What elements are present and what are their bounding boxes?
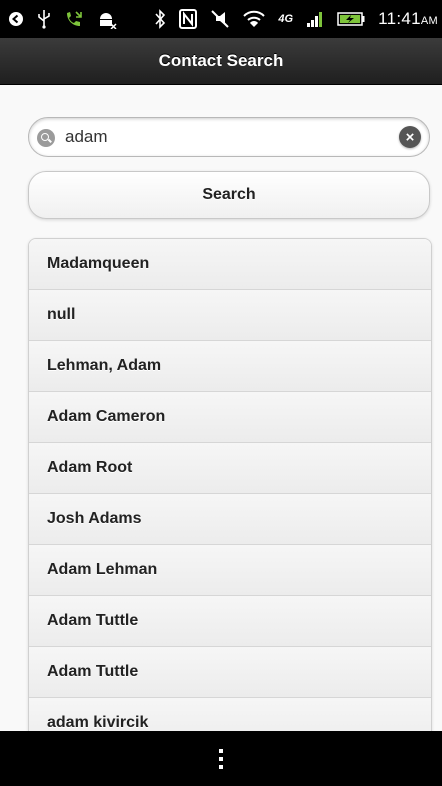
navigation-bar xyxy=(0,731,442,786)
search-field[interactable]: × xyxy=(28,117,430,157)
list-item[interactable]: Madamqueen xyxy=(29,239,431,290)
no-sound-icon xyxy=(210,9,230,29)
list-item[interactable]: null xyxy=(29,290,431,341)
list-item[interactable]: Adam Tuttle xyxy=(29,596,431,647)
clock-ampm: AM xyxy=(420,15,438,27)
bluetooth-icon xyxy=(154,9,166,29)
system-icons: 4G 11:41AM xyxy=(154,9,438,29)
search-icon xyxy=(37,129,55,147)
page-title: Contact Search xyxy=(158,51,284,70)
list-item[interactable]: Josh Adams xyxy=(29,494,431,545)
list-item[interactable]: Adam Root xyxy=(29,443,431,494)
nfc-icon xyxy=(179,9,198,29)
wifi-icon xyxy=(243,10,266,28)
battery-icon xyxy=(337,11,365,27)
4g-icon: 4G xyxy=(278,12,294,25)
search-button[interactable]: Search xyxy=(28,171,430,219)
list-item[interactable]: Adam Lehman xyxy=(29,545,431,596)
header-bar: Contact Search xyxy=(0,38,442,85)
clear-icon[interactable]: × xyxy=(399,126,421,148)
signal-icon xyxy=(306,10,324,28)
back-icon xyxy=(8,11,24,27)
usb-icon xyxy=(37,9,51,29)
list-item[interactable]: Lehman, Adam xyxy=(29,341,431,392)
missed-call-icon xyxy=(64,10,84,28)
clock-time: 11:41 xyxy=(378,9,421,28)
list-item[interactable]: Adam Cameron xyxy=(29,392,431,443)
list-item[interactable]: Adam Tuttle xyxy=(29,647,431,698)
menu-icon[interactable] xyxy=(219,748,223,769)
status-bar: 4G 11:41AM xyxy=(0,0,442,38)
android-debug-icon xyxy=(97,9,117,29)
results-list: Madamqueen null Lehman, Adam Adam Camero… xyxy=(28,238,432,750)
clock: 11:41AM xyxy=(378,9,438,29)
notification-icons xyxy=(8,9,117,29)
search-input[interactable] xyxy=(65,118,385,156)
